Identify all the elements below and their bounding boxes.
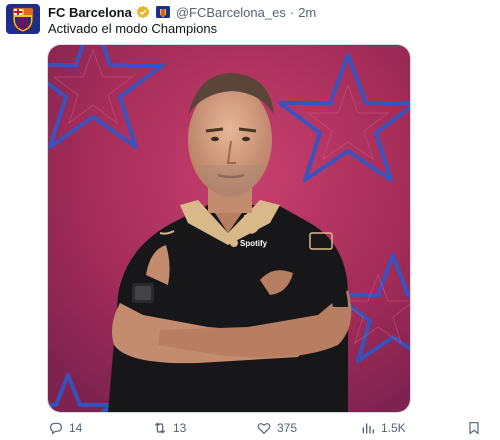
retweet-icon xyxy=(154,422,166,434)
reply-count: 14 xyxy=(69,421,83,435)
reply-icon xyxy=(50,422,62,435)
affiliate-badge-icon xyxy=(155,6,170,18)
tweet-action-bar: 14 13 375 1.5K xyxy=(0,420,500,438)
bookmark-button[interactable] xyxy=(466,420,487,436)
author-handle[interactable]: @FCBarcelona_es xyxy=(176,5,286,20)
like-button[interactable]: 375 xyxy=(256,420,297,436)
analytics-icon xyxy=(362,423,374,434)
author-avatar[interactable] xyxy=(6,4,40,34)
tweet-media-image[interactable]: Spotify xyxy=(47,44,411,413)
tweet-time[interactable]: 2m xyxy=(298,5,316,20)
bookmark-icon xyxy=(469,422,479,435)
tweet-header: FC Barcelona @FCBarcelona_es · 2m xyxy=(48,3,316,21)
player-photo: Spotify xyxy=(48,45,410,412)
heart-icon xyxy=(257,423,271,435)
retweet-count: 13 xyxy=(173,421,187,435)
verified-badge-icon xyxy=(136,5,150,19)
views-button[interactable]: 1.5K xyxy=(360,420,406,436)
author-name[interactable]: FC Barcelona xyxy=(48,5,132,20)
spotify-logo: Spotify xyxy=(240,239,268,248)
retweet-button[interactable]: 13 xyxy=(152,420,186,436)
reply-button[interactable]: 14 xyxy=(48,420,82,436)
like-count: 375 xyxy=(277,421,298,435)
view-count: 1.5K xyxy=(381,421,406,435)
separator-dot: · xyxy=(289,4,295,20)
barcelona-crest-icon xyxy=(12,7,34,33)
tweet-text: Activado el modo Champions xyxy=(48,21,218,36)
